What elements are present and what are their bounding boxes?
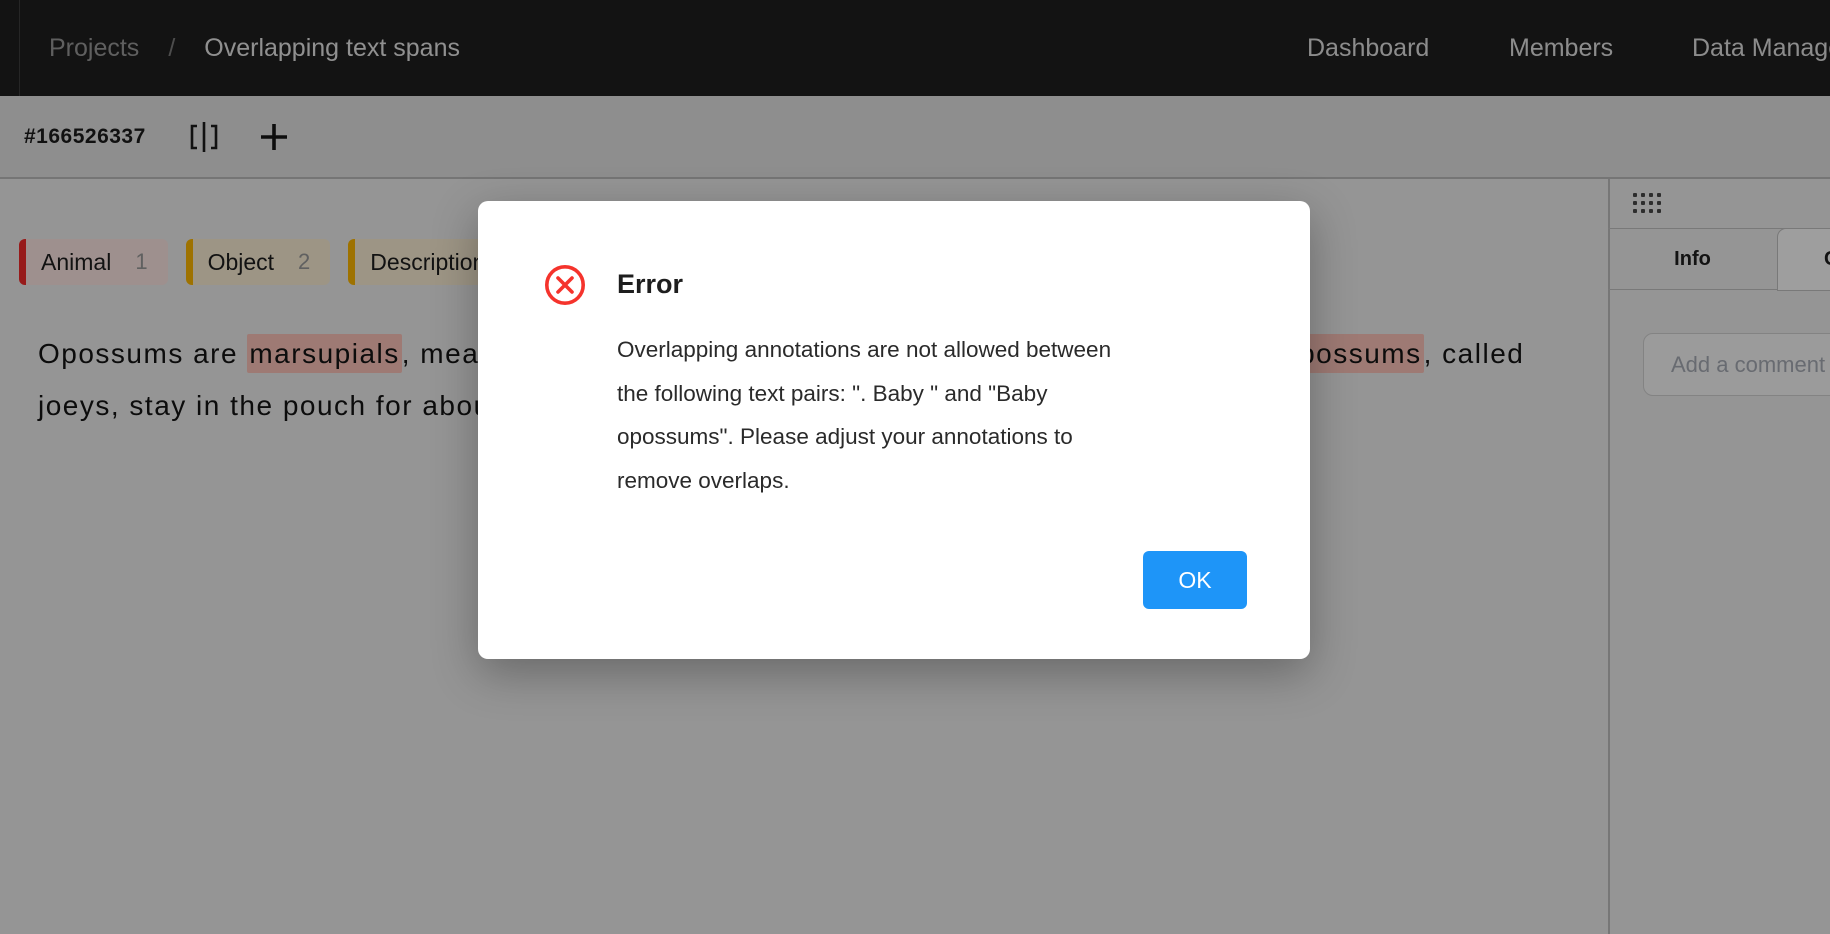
- error-dialog: Error Overlapping annotations are not al…: [478, 201, 1310, 659]
- dialog-title: Error: [617, 269, 683, 300]
- dialog-message-line: Overlapping annotations are not allowed …: [617, 328, 1267, 372]
- dialog-message-line: opossums". Please adjust your annotation…: [617, 415, 1267, 459]
- dialog-message-line: the following text pairs: ". Baby " and …: [617, 372, 1267, 416]
- dialog-message-line: remove overlaps.: [617, 459, 1267, 503]
- ok-button[interactable]: OK: [1143, 551, 1247, 609]
- app-root: Projects / Overlapping text spans Dashbo…: [0, 0, 1830, 934]
- error-circle-icon: [544, 264, 586, 306]
- dialog-message: Overlapping annotations are not allowed …: [617, 328, 1267, 502]
